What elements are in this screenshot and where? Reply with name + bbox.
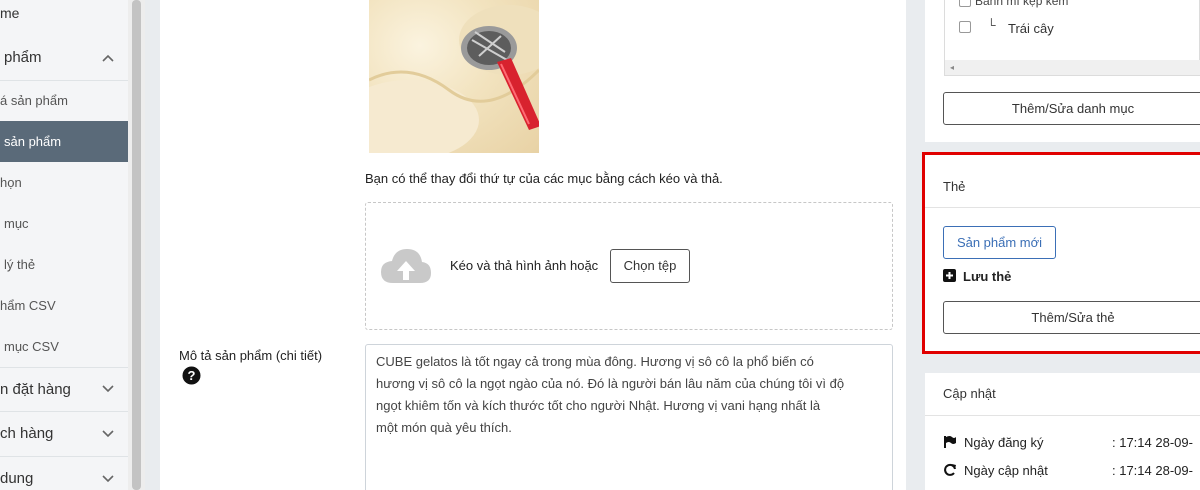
flag-icon xyxy=(943,435,957,452)
sidebar-item-label: dung xyxy=(0,470,34,487)
update-panel: Cập nhật Ngày đăng ký : 17:14 28-09- Ngà… xyxy=(925,373,1200,490)
sidebar-item-label: me xyxy=(0,5,20,21)
sidebar-item-label: n đặt hàng xyxy=(0,381,71,398)
edit-category-button[interactable]: Thêm/Sửa danh mục xyxy=(943,92,1200,125)
sidebar-item-add-product[interactable]: sản phẩm xyxy=(0,121,128,162)
svg-text:?: ? xyxy=(188,368,196,383)
sidebar-item-label: mục xyxy=(4,216,29,231)
description-label: Mô tả sản phẩm (chi tiết) xyxy=(179,348,323,363)
product-image[interactable] xyxy=(369,0,539,153)
sidebar: me phẩm á sản phẩm sản phẩm họn mục lý t… xyxy=(0,0,128,490)
sidebar-item-orders[interactable]: n đặt hàng xyxy=(0,368,128,411)
sidebar-item-label: hẩm CSV xyxy=(0,298,56,313)
choose-file-button[interactable]: Chọn tệp xyxy=(610,249,690,283)
sidebar-item-label: mục CSV xyxy=(4,339,59,354)
created-date-label: Ngày đăng ký xyxy=(964,435,1044,450)
image-drop-zone[interactable]: Kéo và thả hình ảnh hoặc Chọn tệp xyxy=(365,202,893,330)
sidebar-item-label: ch hàng xyxy=(0,425,54,442)
description-textarea[interactable]: CUBE gelatos là tốt ngay cả trong mùa đô… xyxy=(365,344,893,490)
updated-date-label: Ngày cập nhật xyxy=(964,463,1048,478)
chevron-down-icon xyxy=(102,412,114,456)
tag-panel-title: Thẻ xyxy=(943,179,966,194)
category-item-label: Trái cây xyxy=(1008,21,1054,36)
category-tree: Bánh mì kẹp kem └ Trái cây ◂ xyxy=(944,0,1200,76)
sidebar-item-label: phẩm xyxy=(4,49,42,66)
sidebar-item-content[interactable]: dung xyxy=(0,457,128,490)
sidebar-item-products[interactable]: phẩm xyxy=(0,36,128,80)
question-circle-icon[interactable]: ? xyxy=(182,366,201,388)
scrollbar-thumb[interactable] xyxy=(132,0,141,490)
chevron-down-icon xyxy=(102,457,114,490)
chevron-down-icon xyxy=(102,368,114,411)
created-date-value: : 17:14 28-09- xyxy=(1112,435,1193,450)
reorder-hint: Bạn có thể thay đổi thứ tự của các mục b… xyxy=(365,171,723,186)
category-panel: Bánh mì kẹp kem └ Trái cây ◂ Thêm/Sửa da… xyxy=(925,0,1200,142)
cloud-upload-icon xyxy=(379,247,433,290)
divider xyxy=(925,415,1200,416)
updated-date-value: : 17:14 28-09- xyxy=(1112,463,1193,478)
sidebar-item-customers[interactable]: ch hàng xyxy=(0,412,128,456)
arrow-left-icon[interactable]: ◂ xyxy=(950,63,954,72)
divider xyxy=(925,207,1200,208)
horizontal-scrollbar[interactable]: ◂ xyxy=(945,60,1200,75)
sidebar-item-options[interactable]: họn xyxy=(0,162,128,203)
save-tag-label[interactable]: Lưu thẻ xyxy=(963,269,1011,284)
ice-cream-scoop-image xyxy=(369,5,539,153)
sidebar-item-label: á sản phẩm xyxy=(0,93,68,108)
category-checkbox[interactable] xyxy=(959,21,971,33)
tag-chip-new-product[interactable]: Sản phẩm mới xyxy=(943,226,1056,259)
plus-square-icon[interactable] xyxy=(943,269,956,285)
edit-tag-button[interactable]: Thêm/Sửa thẻ xyxy=(943,301,1200,334)
chevron-up-icon xyxy=(102,36,114,80)
sidebar-item-label: họn xyxy=(0,175,22,190)
sidebar-item-label: lý thẻ xyxy=(4,257,36,272)
category-item-label: Bánh mì kẹp kem xyxy=(975,0,1069,8)
sidebar-item-product-csv[interactable]: hẩm CSV xyxy=(0,285,128,326)
sidebar-item-category-csv[interactable]: mục CSV xyxy=(0,326,128,367)
drop-zone-text: Kéo và thả hình ảnh hoặc xyxy=(450,258,599,273)
category-checkbox[interactable] xyxy=(959,0,971,7)
sidebar-item-home[interactable]: me xyxy=(0,0,128,30)
sidebar-item-categories[interactable]: mục xyxy=(0,203,128,244)
update-panel-title: Cập nhật xyxy=(943,386,996,401)
tree-branch-glyph: └ xyxy=(987,18,996,32)
sidebar-item-tags[interactable]: lý thẻ xyxy=(0,244,128,285)
sidebar-item-product-list[interactable]: á sản phẩm xyxy=(0,81,128,121)
refresh-icon xyxy=(943,463,957,480)
sidebar-item-label: sản phẩm xyxy=(4,134,62,149)
tag-panel: Thẻ Sản phẩm mới Lưu thẻ Thêm/Sửa thẻ xyxy=(922,152,1200,354)
